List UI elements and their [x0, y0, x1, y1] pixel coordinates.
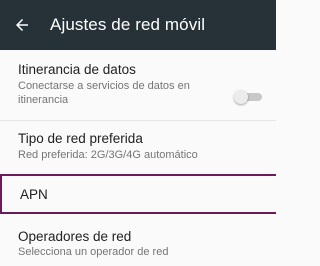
setting-preferred-network-type[interactable]: Tipo de red preferida Red preferida: 2G/…	[0, 121, 276, 174]
app-bar: Ajustes de red móvil	[0, 0, 276, 50]
setting-summary: Conectarse a servicios de datos en itine…	[18, 80, 190, 106]
back-button[interactable]	[6, 9, 38, 41]
setting-title: Operadores de red	[18, 229, 132, 244]
data-roaming-toggle[interactable]	[234, 90, 264, 104]
setting-title: Itinerancia de datos	[18, 62, 136, 77]
setting-title: Tipo de red preferida	[18, 131, 143, 146]
toggle-thumb	[234, 90, 248, 104]
setting-summary: Red preferida: 2G/3G/4G automático	[18, 149, 198, 161]
setting-title: APN	[20, 186, 48, 202]
setting-network-operators[interactable]: Operadores de red Selecciona un operador…	[0, 218, 276, 266]
page-title: Ajustes de red móvil	[50, 15, 206, 34]
setting-data-roaming[interactable]: Itinerancia de datos Conectarse a servic…	[0, 50, 276, 120]
screen: Ajustes de red móvil Itinerancia de dato…	[0, 0, 276, 266]
setting-apn[interactable]: APN	[0, 174, 276, 214]
setting-summary: Selecciona un operador de red	[18, 246, 169, 258]
arrow-left-icon	[16, 19, 28, 31]
